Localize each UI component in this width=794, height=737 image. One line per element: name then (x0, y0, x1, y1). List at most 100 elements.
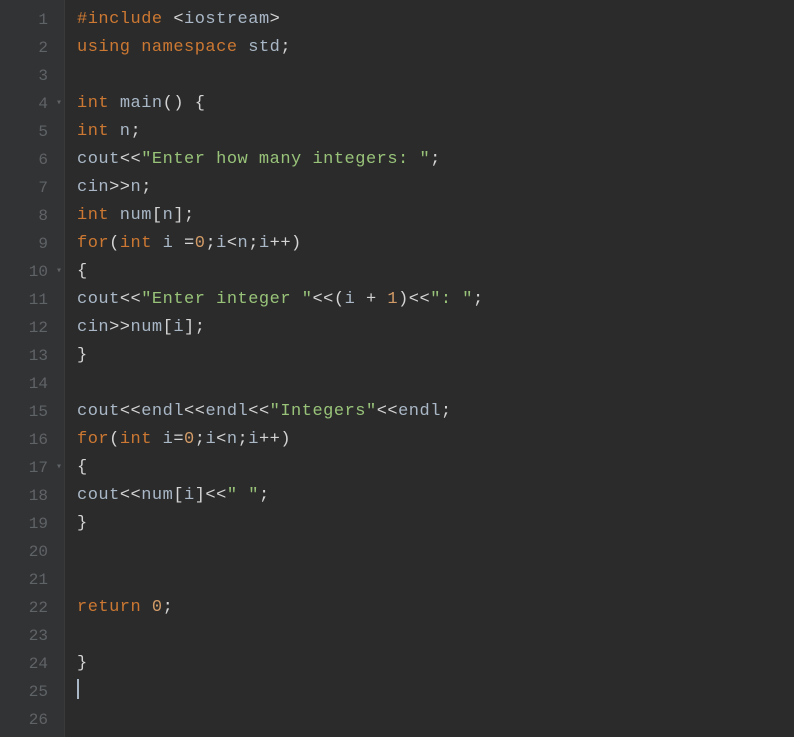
code-line[interactable]: using namespace std; (77, 34, 794, 62)
code-token: int (77, 206, 109, 225)
line-number[interactable]: 8 (0, 202, 64, 230)
code-token: n (227, 430, 238, 449)
code-token: ; (195, 430, 206, 449)
code-token: } (77, 346, 88, 365)
code-token: () (163, 94, 184, 113)
code-token: ]<< (195, 486, 227, 505)
code-token: { (195, 94, 206, 113)
code-line[interactable]: } (77, 650, 794, 678)
code-token: << (377, 402, 398, 421)
code-line[interactable] (77, 538, 794, 566)
code-token: i (345, 290, 366, 309)
code-line[interactable]: cin>>n; (77, 174, 794, 202)
code-token: cin (77, 178, 109, 197)
code-line[interactable]: return 0; (77, 594, 794, 622)
code-token: for (77, 234, 109, 253)
code-token: ; (441, 402, 452, 421)
line-number[interactable]: 16 (0, 426, 64, 454)
code-line[interactable]: #include <iostream> (77, 6, 794, 34)
line-number[interactable]: 24 (0, 650, 64, 678)
line-number[interactable]: 20 (0, 538, 64, 566)
line-number[interactable]: 1 (0, 6, 64, 34)
code-line[interactable]: cout<<"Enter integer "<<(i + 1)<<": "; (77, 286, 794, 314)
code-line[interactable]: cout<<num[i]<<" "; (77, 482, 794, 510)
code-line[interactable] (77, 706, 794, 734)
code-token: < (173, 10, 184, 29)
line-number[interactable]: 26 (0, 706, 64, 734)
code-token: + (366, 290, 377, 309)
line-number[interactable]: 25 (0, 678, 64, 706)
code-token: < (216, 430, 227, 449)
code-line[interactable]: { (77, 454, 794, 482)
code-token: cout (77, 486, 120, 505)
code-token: "Integers" (270, 402, 377, 421)
code-token: <<( (312, 290, 344, 309)
line-number[interactable]: 19 (0, 510, 64, 538)
code-token: = (184, 234, 195, 253)
line-number[interactable]: 15 (0, 398, 64, 426)
line-number[interactable]: 21 (0, 566, 64, 594)
line-number[interactable]: 3 (0, 62, 64, 90)
code-token: [ (152, 206, 163, 225)
code-line[interactable]: int n; (77, 118, 794, 146)
code-token: n (109, 122, 130, 141)
code-token: << (248, 402, 269, 421)
code-token: " " (227, 486, 259, 505)
code-line[interactable] (77, 566, 794, 594)
line-number[interactable]: 13 (0, 342, 64, 370)
code-line[interactable]: } (77, 342, 794, 370)
code-token: ; (205, 234, 216, 253)
code-token: endl (141, 402, 184, 421)
code-line[interactable]: for(int i=0;i<n;i++) (77, 426, 794, 454)
code-token: num (141, 486, 173, 505)
code-token: cout (77, 402, 120, 421)
code-token: namespace (141, 38, 237, 57)
code-token: [ (173, 486, 184, 505)
code-line[interactable] (77, 622, 794, 650)
line-number[interactable]: 22 (0, 594, 64, 622)
code-line[interactable]: } (77, 510, 794, 538)
line-number[interactable]: 7 (0, 174, 64, 202)
code-token: n (131, 178, 142, 197)
code-line[interactable]: int main() { (77, 90, 794, 118)
code-line[interactable] (77, 370, 794, 398)
code-token: > (270, 10, 281, 29)
line-number[interactable]: 9 (0, 230, 64, 258)
line-number[interactable]: 6 (0, 146, 64, 174)
line-number[interactable]: 2 (0, 34, 64, 62)
code-token: i (152, 234, 184, 253)
line-number[interactable]: 11 (0, 286, 64, 314)
code-line[interactable]: { (77, 258, 794, 286)
code-token: i (184, 486, 195, 505)
code-token: i (173, 318, 184, 337)
code-line[interactable]: cin>>num[i]; (77, 314, 794, 342)
code-editor-area[interactable]: #include <iostream>using namespace std; i… (64, 0, 794, 737)
code-token (184, 94, 195, 113)
code-line[interactable] (77, 62, 794, 90)
line-number[interactable]: 18 (0, 482, 64, 510)
code-token: #include (77, 10, 173, 29)
code-token: ; (248, 234, 259, 253)
code-token: ; (430, 150, 441, 169)
line-number[interactable]: 5 (0, 118, 64, 146)
line-number[interactable]: 23 (0, 622, 64, 650)
code-line[interactable] (77, 678, 794, 706)
code-token: cout (77, 150, 120, 169)
line-number[interactable]: 4 (0, 90, 64, 118)
code-line[interactable]: int num[n]; (77, 202, 794, 230)
code-token: ]; (173, 206, 194, 225)
line-number[interactable]: 17 (0, 454, 64, 482)
line-number[interactable]: 12 (0, 314, 64, 342)
code-token: } (77, 654, 88, 673)
line-number[interactable]: 10 (0, 258, 64, 286)
code-token: using (77, 38, 131, 57)
line-number[interactable]: 14 (0, 370, 64, 398)
code-token: << (184, 402, 205, 421)
code-token: 0 (195, 234, 206, 253)
code-line[interactable]: cout<<endl<<endl<<"Integers"<<endl; (77, 398, 794, 426)
code-line[interactable]: cout<<"Enter how many integers: "; (77, 146, 794, 174)
code-token: ; (280, 38, 291, 57)
code-token: i (248, 430, 259, 449)
code-token: ++) (270, 234, 302, 253)
code-line[interactable]: for(int i =0;i<n;i++) (77, 230, 794, 258)
